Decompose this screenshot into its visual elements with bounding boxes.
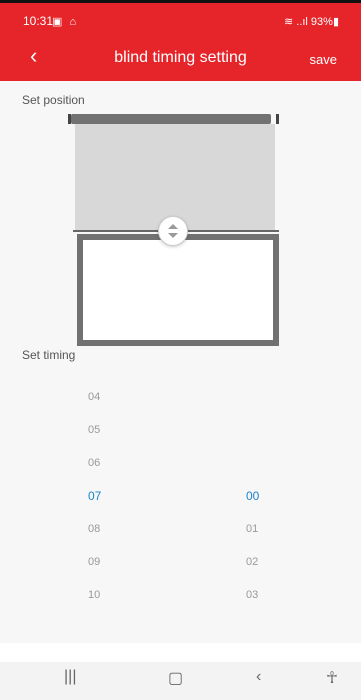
set-timing-label: Set timing — [22, 348, 76, 362]
app-header: 10:31 ▣ ⌂ ≋ ..ıl 93%▮ ‹ blind timing set… — [0, 3, 361, 81]
title-bar: ‹ blind timing setting save — [0, 41, 361, 77]
recent-apps-icon[interactable]: ||| — [64, 668, 76, 686]
hour-picker[interactable]: 04 05 06 07 08 09 10 — [88, 381, 128, 612]
minute-picker[interactable]: 00 01 02 03 — [246, 480, 286, 612]
blind-roller — [71, 114, 271, 124]
hour-option[interactable]: 04 — [88, 381, 128, 414]
hour-option[interactable]: 10 — [88, 579, 128, 612]
minute-option[interactable]: 01 — [246, 513, 286, 546]
home-icon[interactable]: ▢ — [168, 668, 183, 688]
status-bar: 10:31 ▣ ⌂ ≋ ..ıl 93%▮ — [0, 3, 361, 35]
status-notification-icons: ▣ ⌂ — [52, 16, 79, 28]
drag-handle-updown-icon[interactable] — [158, 216, 188, 246]
minute-option[interactable]: 02 — [246, 546, 286, 579]
blind-position-control[interactable] — [65, 110, 295, 346]
hour-option[interactable]: 05 — [88, 414, 128, 447]
hour-option[interactable]: 08 — [88, 513, 128, 546]
hour-option-selected[interactable]: 07 — [88, 480, 128, 513]
status-signal-battery: ≋ ..ıl 93%▮ — [283, 16, 339, 28]
roller-right-end — [276, 114, 279, 124]
save-button[interactable]: save — [310, 52, 337, 67]
hour-option[interactable]: 06 — [88, 447, 128, 480]
back-icon[interactable]: ‹ — [256, 668, 261, 686]
window-frame — [77, 234, 279, 346]
page-title: blind timing setting — [114, 49, 247, 66]
minute-option-selected[interactable]: 00 — [246, 480, 286, 513]
minute-option[interactable]: 03 — [246, 579, 286, 612]
status-time: 10:31 — [23, 14, 54, 28]
system-navbar: ||| ▢ ‹ ☥ — [0, 662, 361, 700]
hour-option[interactable]: 09 — [88, 546, 128, 579]
main-content: Set position Set timing 04 05 06 07 08 0… — [0, 81, 361, 700]
set-position-label: Set position — [22, 93, 85, 107]
accessibility-icon[interactable]: ☥ — [326, 668, 338, 688]
blind-shade — [75, 124, 275, 231]
